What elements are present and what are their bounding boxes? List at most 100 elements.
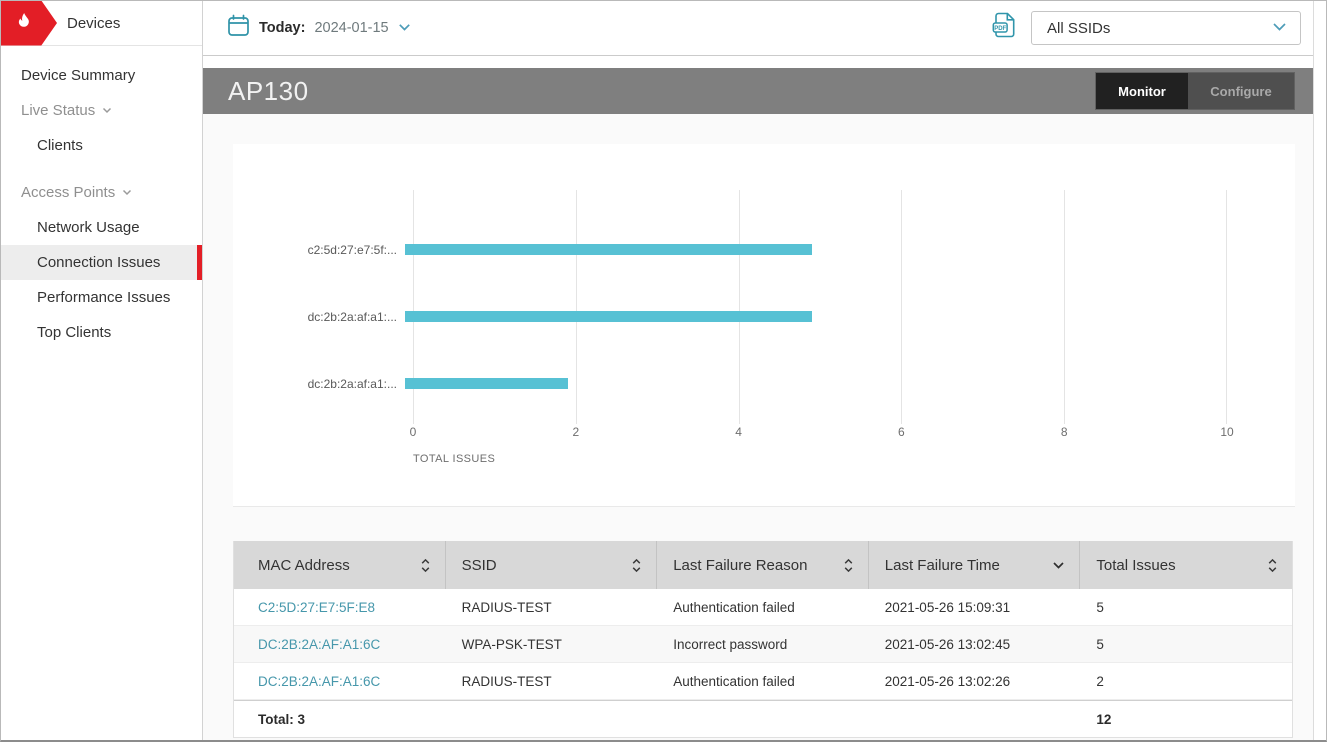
x-axis: 0 2 4 6 8 10 <box>413 425 1227 445</box>
monitor-button[interactable]: Monitor <box>1096 73 1188 109</box>
issues-bar[interactable] <box>405 378 568 389</box>
axis-tick: 2 <box>572 425 579 439</box>
sort-both-icon <box>631 558 642 573</box>
reason-cell: Authentication failed <box>657 600 869 615</box>
page-title: AP130 <box>228 76 309 107</box>
column-header-total-issues[interactable]: Total Issues <box>1080 541 1292 589</box>
sort-both-icon <box>1267 558 1278 573</box>
sidebar-item-network-usage[interactable]: Network Usage <box>1 210 202 245</box>
reason-cell: Authentication failed <box>657 674 869 689</box>
ssid-selected-value: All SSIDs <box>1047 20 1110 37</box>
topbar-right: PDF All SSIDs <box>992 11 1301 45</box>
axis-tick: 10 <box>1220 425 1233 439</box>
axis-tick: 8 <box>1061 425 1068 439</box>
mac-link[interactable]: C2:5D:27:E7:5F:E8 <box>258 600 375 615</box>
column-label: MAC Address <box>258 557 350 574</box>
chart-row: dc:2b:2a:af:a1:... <box>233 283 1295 350</box>
sidebar-item-device-summary[interactable]: Device Summary <box>1 58 202 93</box>
column-label: SSID <box>462 557 497 574</box>
configure-button[interactable]: Configure <box>1188 73 1294 109</box>
svg-text:PDF: PDF <box>994 26 1006 32</box>
main-area: Today: 2024-01-15 PDF <box>203 1 1313 740</box>
connection-issues-table: MAC Address SSID Last Failure Reason <box>233 541 1293 738</box>
bar-track <box>405 378 1219 389</box>
sidebar-group-live-status[interactable]: Live Status <box>1 93 202 128</box>
sidebar-item-label: Performance Issues <box>37 289 170 306</box>
total-issues-value: 12 <box>1080 712 1292 727</box>
scrollbar-track[interactable] <box>1313 1 1326 740</box>
brand-logo <box>1 1 57 46</box>
table-row: DC:2B:2A:AF:A1:6C WPA-PSK-TEST Incorrect… <box>234 626 1292 663</box>
sidebar-item-label: Clients <box>37 137 83 154</box>
mac-cell: C2:5D:27:E7:5F:E8 <box>234 600 446 615</box>
sidebar-header: Devices <box>1 1 202 46</box>
issues-cell: 2 <box>1080 674 1292 689</box>
ssid-cell: WPA-PSK-TEST <box>446 637 658 652</box>
chevron-down-icon <box>398 19 411 37</box>
mode-toggle: Monitor Configure <box>1095 72 1295 110</box>
column-header-last-failure-time[interactable]: Last Failure Time <box>869 541 1081 589</box>
sidebar-nav: Device Summary Live Status Clients Acces… <box>1 46 202 350</box>
sidebar-item-label: Live Status <box>21 102 95 119</box>
chevron-down-icon <box>102 107 112 114</box>
table-row: DC:2B:2A:AF:A1:6C RADIUS-TEST Authentica… <box>234 663 1292 700</box>
sort-both-icon <box>843 558 854 573</box>
reason-cell: Incorrect password <box>657 637 869 652</box>
flame-icon <box>14 10 34 37</box>
sidebar-item-top-clients[interactable]: Top Clients <box>1 315 202 350</box>
topbar: Today: 2024-01-15 PDF <box>203 1 1313 56</box>
device-header: AP130 Monitor Configure <box>203 68 1313 114</box>
chart-row: c2:5d:27:e7:5f:... <box>233 216 1295 283</box>
ssid-cell: RADIUS-TEST <box>446 600 658 615</box>
mac-link[interactable]: DC:2B:2A:AF:A1:6C <box>258 637 380 652</box>
bar-chart: c2:5d:27:e7:5f:... dc:2b:2a:af:a1:... dc… <box>233 216 1295 417</box>
table-row: C2:5D:27:E7:5F:E8 RADIUS-TEST Authentica… <box>234 589 1292 626</box>
sidebar-item-label: Device Summary <box>21 67 135 84</box>
column-header-last-failure-reason[interactable]: Last Failure Reason <box>657 541 869 589</box>
chart-card: c2:5d:27:e7:5f:... dc:2b:2a:af:a1:... dc… <box>233 144 1295 507</box>
issues-cell: 5 <box>1080 637 1292 652</box>
sidebar-item-label: Connection Issues <box>37 254 160 271</box>
table-total-row: Total: 3 12 <box>234 700 1292 737</box>
sidebar-item-clients[interactable]: Clients <box>1 128 202 163</box>
issues-cell: 5 <box>1080 600 1292 615</box>
sidebar-item-label: Network Usage <box>37 219 140 236</box>
column-header-ssid[interactable]: SSID <box>446 541 658 589</box>
sort-desc-icon <box>1052 561 1065 570</box>
pdf-icon: PDF <box>992 12 1016 44</box>
sidebar-item-label: Top Clients <box>37 324 111 341</box>
date-label: Today: <box>259 20 305 36</box>
sort-both-icon <box>420 558 431 573</box>
time-cell: 2021-05-26 13:02:45 <box>869 637 1081 652</box>
sidebar-item-label: Access Points <box>21 184 115 201</box>
chart-row: dc:2b:2a:af:a1:... <box>233 350 1295 417</box>
mac-link[interactable]: DC:2B:2A:AF:A1:6C <box>258 674 380 689</box>
issues-bar[interactable] <box>405 244 812 255</box>
date-picker[interactable]: Today: 2024-01-15 <box>227 14 411 43</box>
app-title: Devices <box>67 15 120 32</box>
pdf-export-button[interactable]: PDF <box>992 12 1016 44</box>
table-header: MAC Address SSID Last Failure Reason <box>234 541 1292 589</box>
sidebar-item-connection-issues[interactable]: Connection Issues <box>1 245 202 280</box>
category-label: dc:2b:2a:af:a1:... <box>233 377 405 391</box>
total-label: Total: 3 <box>234 712 446 727</box>
sidebar-item-performance-issues[interactable]: Performance Issues <box>1 280 202 315</box>
column-header-mac-address[interactable]: MAC Address <box>234 541 446 589</box>
axis-tick: 6 <box>898 425 905 439</box>
time-cell: 2021-05-26 15:09:31 <box>869 600 1081 615</box>
sidebar: Devices Device Summary Live Status Clien… <box>1 1 203 740</box>
bar-track <box>405 244 1219 255</box>
chevron-down-icon <box>1272 19 1287 37</box>
ssid-select[interactable]: All SSIDs <box>1031 11 1301 45</box>
mac-cell: DC:2B:2A:AF:A1:6C <box>234 674 446 689</box>
issues-bar[interactable] <box>405 311 812 322</box>
category-label: c2:5d:27:e7:5f:... <box>233 243 405 257</box>
app-window: Devices Device Summary Live Status Clien… <box>0 0 1327 742</box>
category-label: dc:2b:2a:af:a1:... <box>233 310 405 324</box>
ssid-cell: RADIUS-TEST <box>446 674 658 689</box>
axis-tick: 4 <box>735 425 742 439</box>
bar-track <box>405 311 1219 322</box>
sidebar-group-access-points[interactable]: Access Points <box>1 175 202 210</box>
x-axis-title: TOTAL ISSUES <box>413 453 1295 465</box>
axis-tick: 0 <box>410 425 417 439</box>
